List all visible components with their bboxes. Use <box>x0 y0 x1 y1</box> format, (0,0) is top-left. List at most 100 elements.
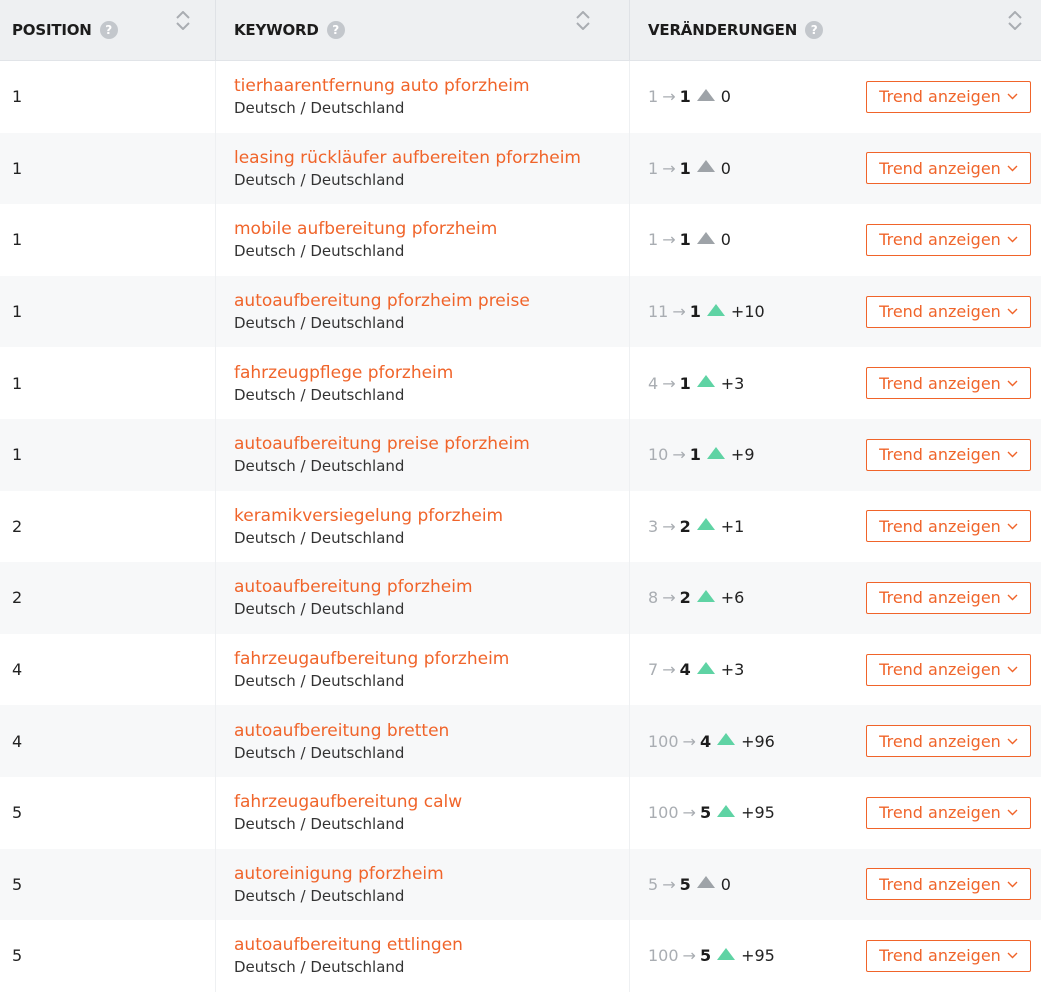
keyword-locale: Deutsch / Deutschland <box>234 242 405 261</box>
help-icon[interactable]: ? <box>99 21 118 39</box>
change-cell: 100 → 5 +95 Trend anzeigen <box>630 777 1041 849</box>
current-position: 1 <box>679 87 691 107</box>
change-cell: 3 → 2 +1 Trend anzeigen <box>630 491 1041 563</box>
trend-button-label: Trend anzeigen <box>879 87 1001 107</box>
change-cell: 11 → 1 +10 Trend anzeigen <box>630 276 1041 348</box>
change-cell: 5 → 5 0 Trend anzeigen <box>630 849 1041 921</box>
trend-button[interactable]: Trend anzeigen <box>866 367 1031 400</box>
sort-icon[interactable] <box>176 11 190 30</box>
previous-position: 1 <box>648 87 659 107</box>
trend-button[interactable]: Trend anzeigen <box>866 438 1031 471</box>
chevron-down-icon <box>1007 523 1018 530</box>
table-row: 1 autoaufbereitung preise pforzheim Deut… <box>0 418 1041 491</box>
keyword-link[interactable]: fahrzeugpflege pforzheim <box>234 362 629 384</box>
keyword-link[interactable]: fahrzeugaufbereitung pforzheim <box>234 648 629 670</box>
triangle-up-icon <box>696 589 715 602</box>
current-position: 1 <box>679 230 691 250</box>
table-row: 4 autoaufbereitung bretten Deutsch / Deu… <box>0 705 1041 777</box>
table-row: 5 autoaufbereitung ettlingen Deutsch / D… <box>0 920 1041 992</box>
chevron-down-icon <box>1007 594 1018 601</box>
position-cell: 1 <box>0 204 216 276</box>
column-header-position[interactable]: POSITION ? <box>0 0 216 60</box>
position-delta: +3 <box>720 373 745 393</box>
keyword-locale: Deutsch / Deutschland <box>234 528 405 547</box>
table-row: 5 fahrzeugaufbereitung calw Deutsch / De… <box>0 776 1041 849</box>
keyword-link[interactable]: autoaufbereitung ettlingen <box>234 934 629 956</box>
position-delta: 0 <box>720 874 731 894</box>
column-header-keyword[interactable]: KEYWORD ? <box>216 0 630 60</box>
change-cell: 100 → 5 +95 Trend anzeigen <box>630 920 1041 992</box>
trend-button-label: Trend anzeigen <box>879 158 1001 178</box>
trend-button[interactable]: Trend anzeigen <box>866 796 1031 829</box>
trend-button-label: Trend anzeigen <box>879 946 1001 966</box>
trend-button[interactable]: Trend anzeigen <box>866 152 1031 185</box>
trend-button-label: Trend anzeigen <box>879 874 1001 894</box>
trend-button[interactable]: Trend anzeigen <box>866 223 1031 256</box>
table-row: 1 autoaufbereitung pforzheim preise Deut… <box>0 275 1041 348</box>
position-cell: 4 <box>0 705 216 777</box>
keyword-link[interactable]: tierhaarentfernung auto pforzheim <box>234 75 629 97</box>
trend-button-label: Trend anzeigen <box>879 516 1001 536</box>
previous-position: 1 <box>648 230 659 250</box>
current-position: 2 <box>679 588 691 608</box>
keyword-link[interactable]: autoreinigung pforzheim <box>234 863 629 885</box>
change-cell: 1 → 1 0 Trend anzeigen <box>630 133 1041 205</box>
trend-button[interactable]: Trend anzeigen <box>866 868 1031 901</box>
help-icon[interactable]: ? <box>326 21 345 39</box>
triangle-up-icon <box>696 375 715 388</box>
keyword-link[interactable]: autoaufbereitung pforzheim preise <box>234 290 629 312</box>
previous-position: 4 <box>648 373 659 393</box>
triangle-up-icon <box>696 160 715 173</box>
keyword-link[interactable]: autoaufbereitung preise pforzheim <box>234 433 629 455</box>
keyword-locale: Deutsch / Deutschland <box>234 457 405 476</box>
previous-position: 8 <box>648 588 659 608</box>
keyword-locale: Deutsch / Deutschland <box>234 672 405 691</box>
position-cell: 1 <box>0 61 216 133</box>
position-delta: 0 <box>720 158 731 178</box>
arrow-right-icon: → <box>672 302 686 322</box>
keyword-link[interactable]: autoaufbereitung pforzheim <box>234 576 629 598</box>
trend-button[interactable]: Trend anzeigen <box>866 581 1031 614</box>
sort-icon[interactable] <box>576 11 590 30</box>
trend-button[interactable]: Trend anzeigen <box>866 80 1031 113</box>
chevron-down-icon <box>1008 22 1022 30</box>
trend-button[interactable]: Trend anzeigen <box>866 295 1031 328</box>
arrow-right-icon: → <box>662 516 676 536</box>
chevron-down-icon <box>1007 881 1018 888</box>
arrow-right-icon: → <box>662 874 676 894</box>
keyword-link[interactable]: mobile aufbereitung pforzheim <box>234 218 629 240</box>
keyword-link[interactable]: autoaufbereitung bretten <box>234 720 629 742</box>
table-row: 1 fahrzeugpflege pforzheim Deutsch / Deu… <box>0 347 1041 419</box>
keyword-link[interactable]: leasing rückläufer aufbereiten pforzheim <box>234 147 629 169</box>
trend-button[interactable]: Trend anzeigen <box>866 510 1031 543</box>
column-header-changes[interactable]: VERÄNDERUNGEN ? <box>630 0 1041 60</box>
chevron-down-icon <box>176 22 190 30</box>
trend-button[interactable]: Trend anzeigen <box>866 653 1031 686</box>
keyword-link[interactable]: fahrzeugaufbereitung calw <box>234 791 629 813</box>
keyword-link[interactable]: keramikversiegelung pforzheim <box>234 505 629 527</box>
keyword-cell: autoaufbereitung pforzheim preise Deutsc… <box>216 275 630 348</box>
change-cell: 100 → 4 +96 Trend anzeigen <box>630 705 1041 777</box>
keyword-cell: autoaufbereitung pforzheim Deutsch / Deu… <box>216 562 630 634</box>
keyword-locale: Deutsch / Deutschland <box>234 99 405 118</box>
keyword-locale: Deutsch / Deutschland <box>234 886 405 905</box>
position-delta: +95 <box>741 803 775 823</box>
trend-button[interactable]: Trend anzeigen <box>866 939 1031 972</box>
help-icon[interactable]: ? <box>805 21 824 39</box>
sort-icon[interactable] <box>1008 11 1022 30</box>
change-cell: 1 → 1 0 Trend anzeigen <box>630 204 1041 276</box>
chevron-down-icon <box>1007 952 1018 959</box>
arrow-right-icon: → <box>682 946 696 966</box>
table-row: 2 autoaufbereitung pforzheim Deutsch / D… <box>0 562 1041 634</box>
position-delta: +9 <box>730 445 755 465</box>
previous-position: 7 <box>648 660 659 680</box>
current-position: 4 <box>699 731 712 751</box>
position-cell: 5 <box>0 920 216 992</box>
previous-position: 11 <box>648 302 669 322</box>
trend-button-label: Trend anzeigen <box>879 660 1001 680</box>
keyword-locale: Deutsch / Deutschland <box>234 314 405 333</box>
chevron-down-icon <box>1007 165 1018 172</box>
column-header-position-label: POSITION <box>12 21 92 39</box>
current-position: 5 <box>699 946 712 966</box>
trend-button[interactable]: Trend anzeigen <box>866 725 1031 758</box>
